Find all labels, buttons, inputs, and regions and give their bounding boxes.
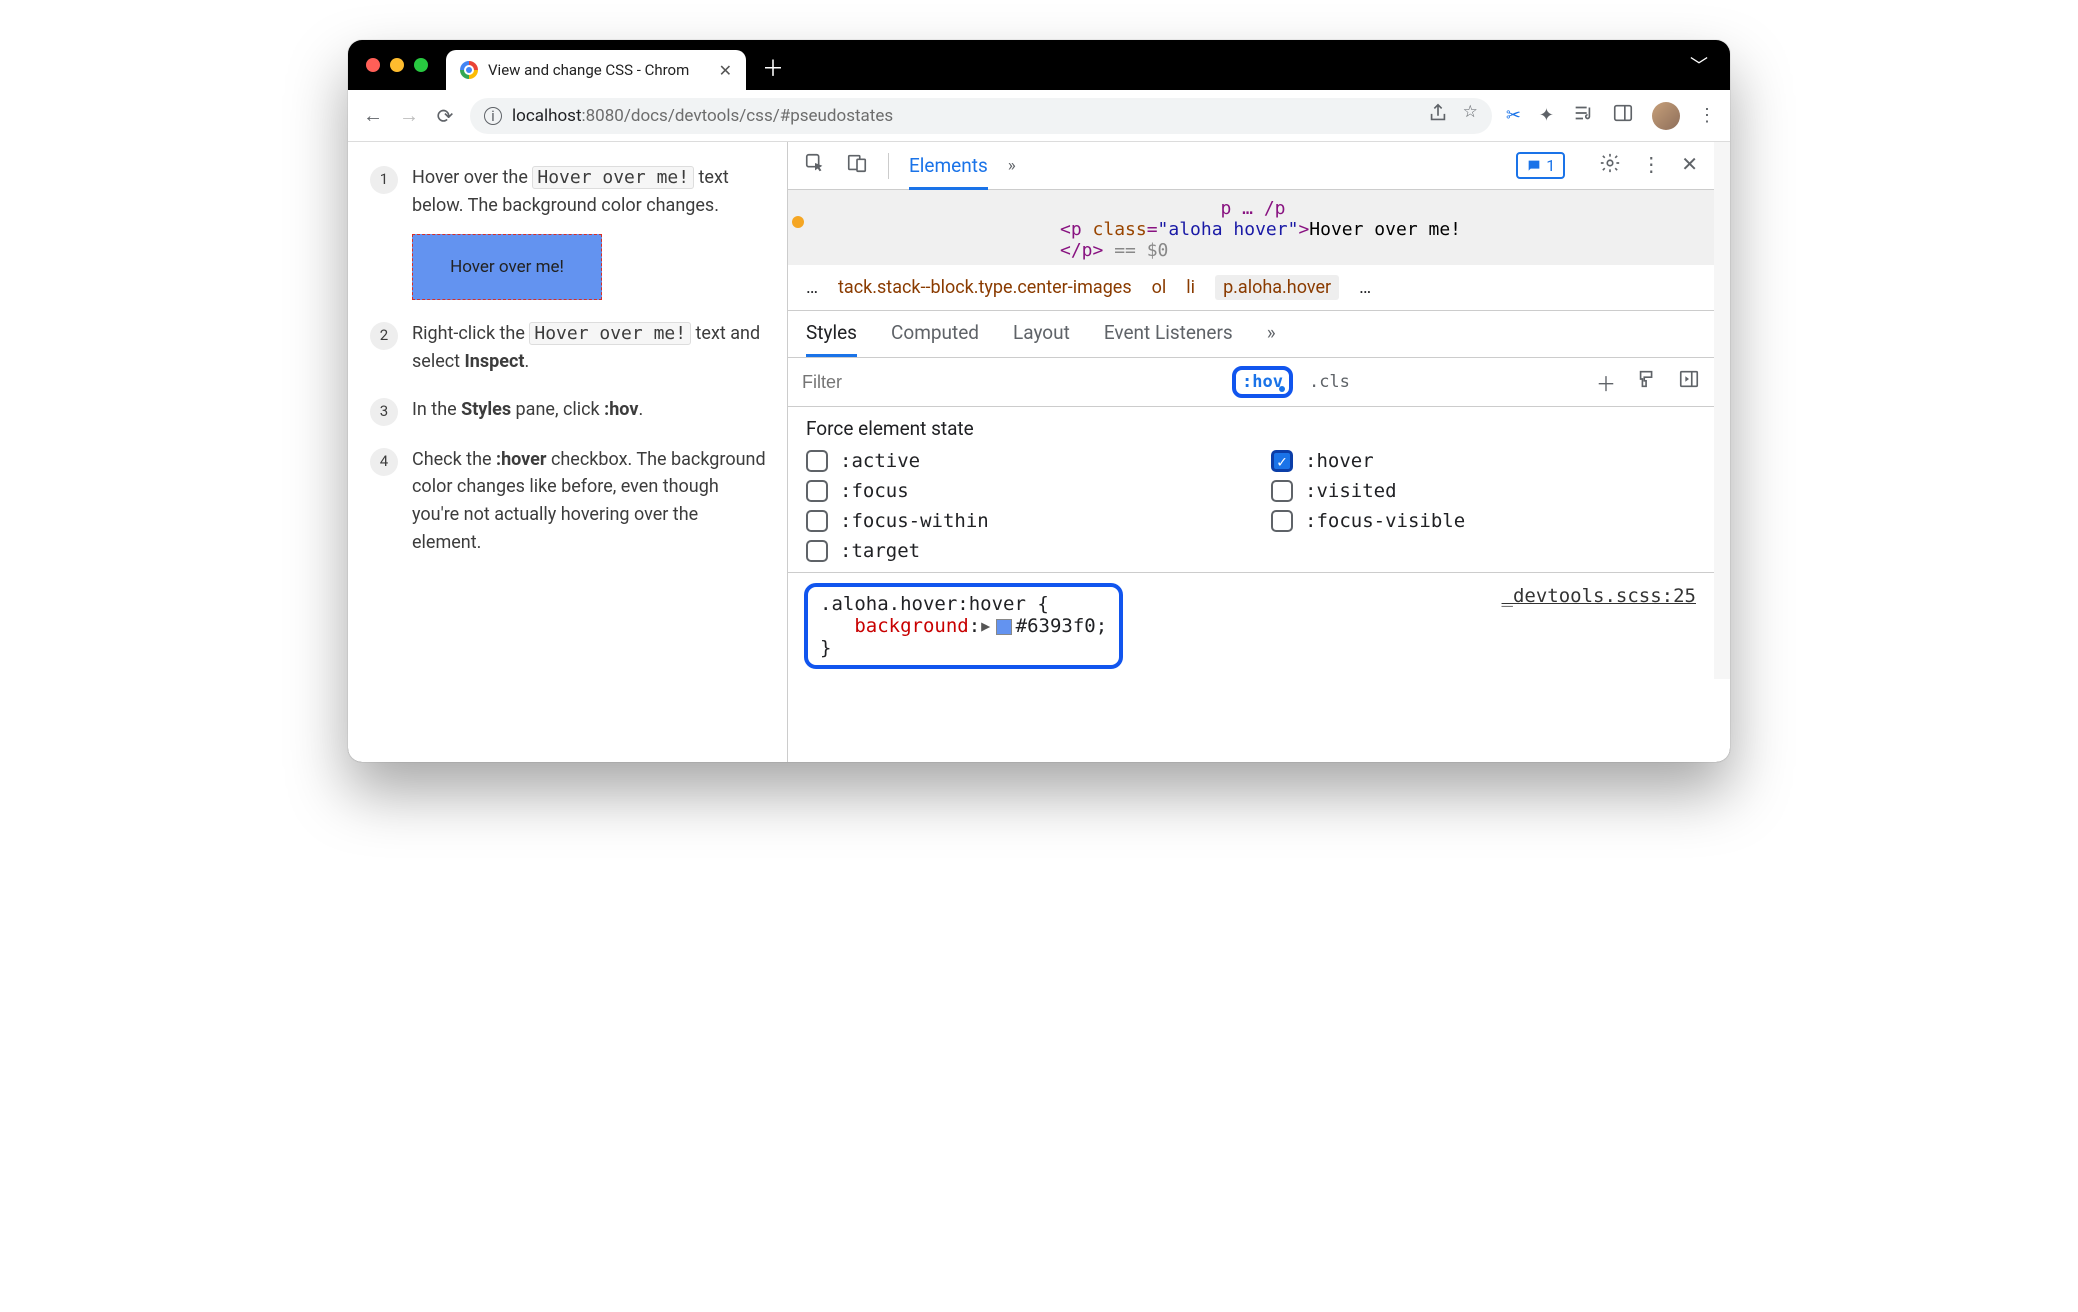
styles-filter-row: :hov .cls ＋	[788, 358, 1714, 407]
minimize-window-icon[interactable]	[390, 58, 404, 72]
step-4: 4 Check the :hover checkbox. The backgro…	[370, 446, 769, 558]
expand-icon[interactable]: ▶	[981, 617, 990, 635]
force-element-state: Force element state :active ✓:hover :foc…	[788, 407, 1714, 573]
close-tab-icon[interactable]: ✕	[719, 61, 732, 80]
close-window-icon[interactable]	[366, 58, 380, 72]
new-tab-button[interactable]: ＋	[762, 51, 784, 83]
paint-icon[interactable]	[1636, 368, 1658, 397]
site-info-icon[interactable]: i	[484, 107, 502, 125]
crumb-more[interactable]: …	[1359, 277, 1371, 298]
dom-warning-dot-icon	[792, 216, 804, 228]
cls-toggle[interactable]: .cls	[1309, 372, 1350, 392]
css-rule[interactable]: _devtools.scss:25 .aloha.hover:hover { b…	[788, 573, 1714, 679]
share-icon[interactable]	[1427, 102, 1449, 129]
dom-tree[interactable]: p … /p <p class="aloha hover">Hover over…	[788, 190, 1714, 265]
window-controls	[366, 58, 428, 72]
url-path: /docs/devtools/css/#pseudostates	[624, 106, 893, 126]
device-toolbar-icon[interactable]	[846, 152, 868, 179]
step-number: 2	[370, 322, 398, 350]
rule-source-link[interactable]: _devtools.scss:25	[1502, 585, 1696, 607]
toolbar-icons: ✂ ✦ ⋮	[1506, 102, 1716, 130]
color-swatch-icon[interactable]	[996, 619, 1012, 635]
toggle-sidebar-icon[interactable]	[1678, 368, 1700, 397]
crumb-item[interactable]: tack.stack--block.type.center-images	[838, 277, 1132, 298]
tab-computed[interactable]: Computed	[891, 321, 979, 357]
step-number: 3	[370, 398, 398, 426]
step-2: 2 Right-click the Hover over me! text an…	[370, 320, 769, 376]
url-host: localhost	[512, 106, 582, 126]
step-1: 1 Hover over the Hover over me! text bel…	[370, 164, 769, 300]
more-subtabs-icon[interactable]: »	[1267, 321, 1276, 357]
step-number: 4	[370, 448, 398, 476]
breadcrumbs: … tack.stack--block.type.center-images o…	[788, 265, 1714, 311]
tab-layout[interactable]: Layout	[1013, 321, 1070, 357]
browser-toolbar: ← → ⟳ i localhost:8080/docs/devtools/css…	[348, 90, 1730, 142]
settings-icon[interactable]	[1599, 152, 1621, 179]
profile-avatar[interactable]	[1652, 102, 1680, 130]
hov-toggle[interactable]: :hov	[1232, 366, 1293, 398]
styles-subtabs: Styles Computed Layout Event Listeners »	[788, 311, 1714, 358]
tabs-menu-icon[interactable]: ﹀	[1690, 52, 1716, 78]
hover-demo-box[interactable]: Hover over me!	[412, 234, 602, 300]
scissors-icon[interactable]: ✂	[1506, 105, 1521, 126]
page-pane: 1 Hover over the Hover over me! text bel…	[348, 142, 788, 762]
maximize-window-icon[interactable]	[414, 58, 428, 72]
state-target[interactable]: :target	[806, 540, 1231, 562]
tab-strip: View and change CSS - Chrom ✕ ＋ ﹀	[348, 40, 1730, 90]
devtools-scrollbar[interactable]	[1714, 142, 1730, 679]
devtools-menu-icon[interactable]: ⋮	[1641, 152, 1661, 179]
tab-styles[interactable]: Styles	[806, 321, 857, 357]
elements-tab[interactable]: Elements	[909, 154, 988, 190]
url-port: :8080	[582, 106, 624, 126]
issues-badge[interactable]: 1	[1516, 152, 1565, 179]
crumb-item[interactable]: li	[1186, 277, 1195, 298]
chrome-menu-icon[interactable]: ⋮	[1698, 105, 1716, 126]
inspect-element-icon[interactable]	[804, 152, 826, 179]
devtools-top-bar: Elements » 1 ⋮ ✕	[788, 142, 1714, 190]
close-devtools-icon[interactable]: ✕	[1681, 152, 1698, 179]
tab-title: View and change CSS - Chrom	[488, 61, 689, 79]
forward-button: →	[398, 103, 420, 128]
more-tabs-icon[interactable]: »	[1008, 156, 1016, 176]
styles-filter-input[interactable]	[802, 372, 1222, 393]
back-button[interactable]: ←	[362, 103, 384, 128]
state-hover[interactable]: ✓:hover	[1271, 450, 1696, 472]
state-focus-visible[interactable]: :focus-visible	[1271, 510, 1696, 532]
state-focus-within[interactable]: :focus-within	[806, 510, 1231, 532]
inline-code: Hover over me!	[532, 166, 694, 189]
content-area: 1 Hover over the Hover over me! text bel…	[348, 142, 1730, 762]
new-rule-icon[interactable]: ＋	[1596, 368, 1616, 397]
crumb-ellipsis[interactable]: …	[806, 277, 818, 298]
crumb-selected[interactable]: p.aloha.hover	[1215, 275, 1339, 300]
tab-event-listeners[interactable]: Event Listeners	[1104, 321, 1233, 357]
devtools-panel: Elements » 1 ⋮ ✕ p … /p <p cl	[788, 142, 1730, 762]
state-focus[interactable]: :focus	[806, 480, 1231, 502]
step-number: 1	[370, 166, 398, 194]
browser-window: View and change CSS - Chrom ✕ ＋ ﹀ ← → ⟳ …	[348, 40, 1730, 762]
force-title: Force element state	[806, 417, 1696, 440]
crumb-item[interactable]: ol	[1152, 277, 1167, 298]
address-bar[interactable]: i localhost:8080/docs/devtools/css/#pseu…	[470, 98, 1492, 134]
browser-tab[interactable]: View and change CSS - Chrom ✕	[446, 50, 746, 90]
side-panel-icon[interactable]	[1612, 102, 1634, 129]
state-active[interactable]: :active	[806, 450, 1231, 472]
extensions-icon[interactable]: ✦	[1539, 105, 1554, 126]
bookmark-icon[interactable]: ☆	[1463, 102, 1478, 129]
chrome-favicon-icon	[460, 61, 478, 79]
media-icon[interactable]	[1572, 102, 1594, 129]
step-3: 3 In the Styles pane, click :hov.	[370, 396, 769, 426]
inline-code: Hover over me!	[529, 322, 691, 345]
reload-button[interactable]: ⟳	[434, 104, 456, 128]
state-visited[interactable]: :visited	[1271, 480, 1696, 502]
